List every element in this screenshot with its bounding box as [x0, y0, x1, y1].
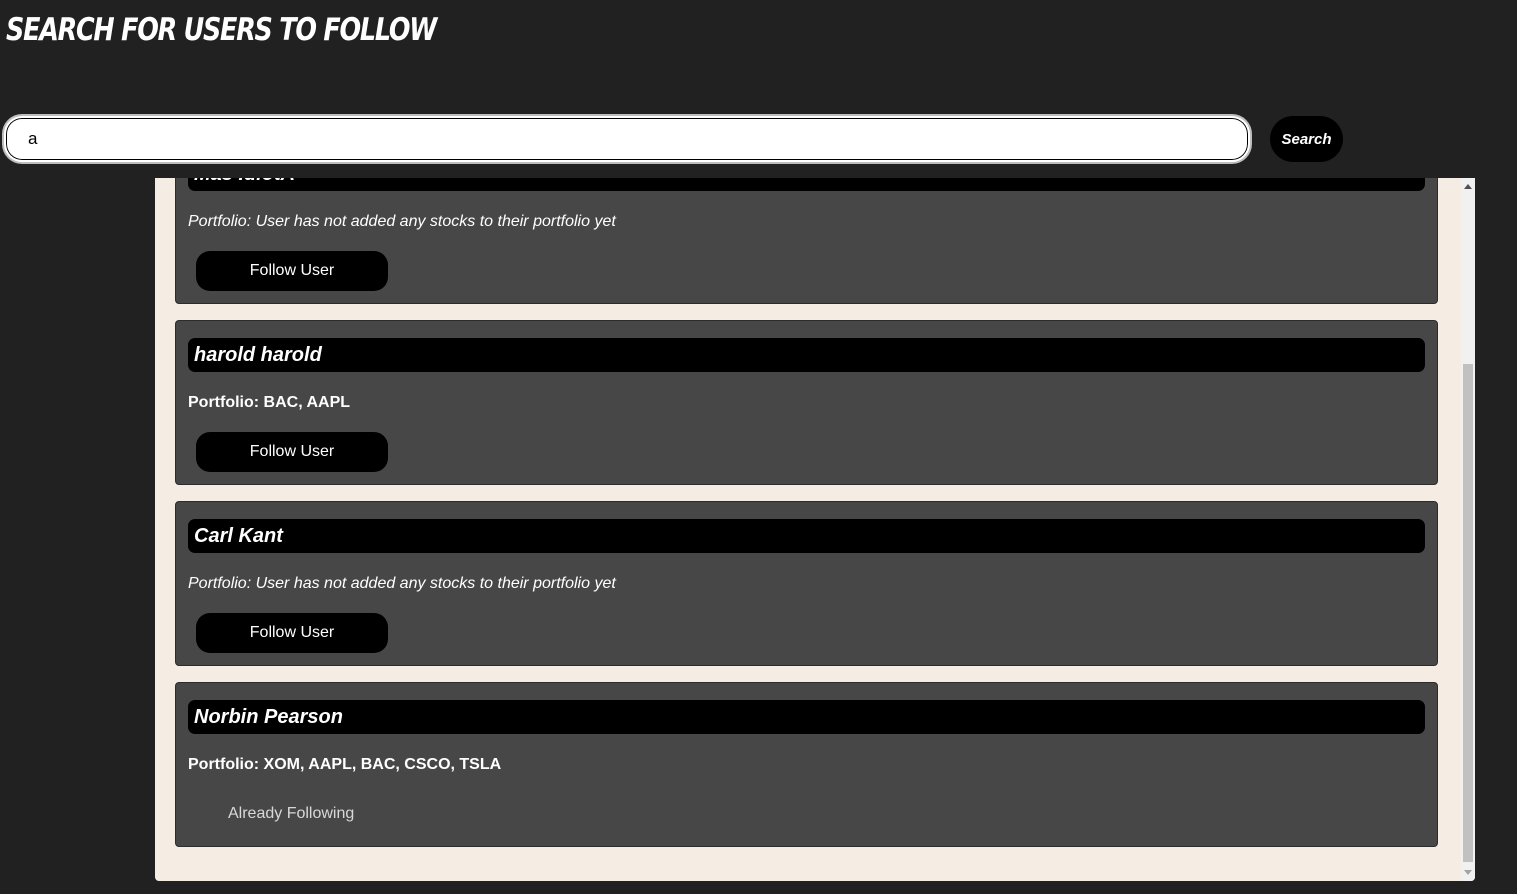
user-card: Mas IdiotA Portfolio: User has not added… [175, 178, 1438, 304]
results-scrollbar[interactable] [1461, 178, 1475, 881]
scrollbar-thumb[interactable] [1463, 364, 1473, 862]
user-card: harold harold Portfolio: BAC, AAPL Follo… [175, 320, 1438, 485]
page-title: Search for users to follow [6, 12, 437, 48]
portfolio-text: Portfolio: User has not added any stocks… [188, 213, 616, 230]
results-list: Mas IdiotA Portfolio: User has not added… [175, 178, 1438, 863]
portfolio-text: Portfolio: XOM, AAPL, BAC, CSCO, TSLA [188, 756, 502, 773]
user-name: harold harold [188, 338, 1425, 372]
user-name: Mas IdiotA [188, 178, 1425, 191]
follow-user-button[interactable]: Follow User [196, 613, 388, 653]
scroll-up-arrow-icon[interactable] [1464, 184, 1472, 189]
search-button[interactable]: Search [1270, 116, 1343, 162]
portfolio-text: Portfolio: User has not added any stocks… [188, 575, 616, 592]
portfolio-text: Portfolio: BAC, AAPL [188, 394, 351, 411]
follow-user-button[interactable]: Follow User [196, 432, 388, 472]
search-input[interactable] [4, 116, 1250, 162]
user-card: Norbin Pearson Portfolio: XOM, AAPL, BAC… [175, 682, 1438, 847]
follow-user-button[interactable]: Follow User [196, 251, 388, 291]
user-name: Norbin Pearson [188, 700, 1425, 734]
user-card: Carl Kant Portfolio: User has not added … [175, 501, 1438, 666]
scroll-down-arrow-icon[interactable] [1464, 870, 1472, 875]
already-following-label: Already Following [228, 805, 355, 822]
user-name: Carl Kant [188, 519, 1425, 553]
results-panel[interactable]: Mas IdiotA Portfolio: User has not added… [155, 178, 1475, 881]
